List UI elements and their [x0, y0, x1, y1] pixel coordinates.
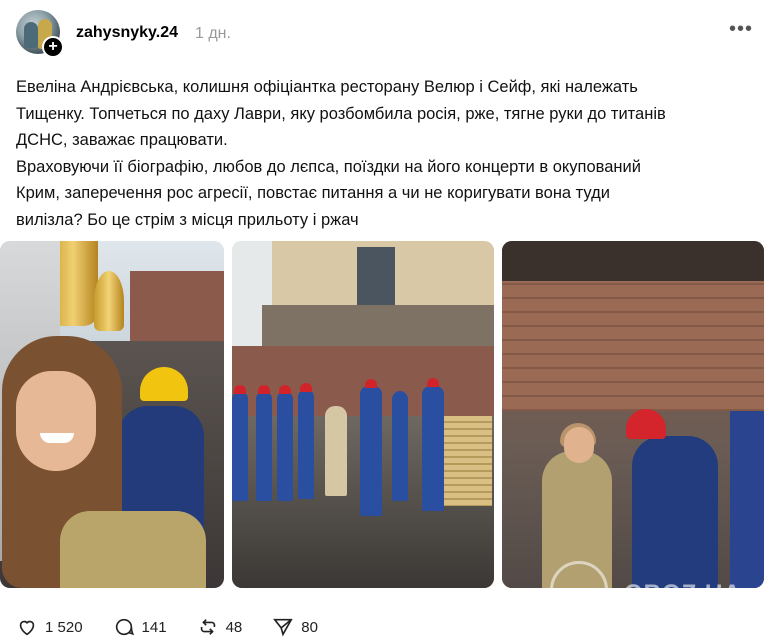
send-icon [273, 618, 293, 637]
red-helmet [279, 385, 291, 394]
red-helmet [365, 379, 377, 388]
woman-figure [325, 406, 347, 496]
rescuer-figure [730, 411, 764, 588]
woman-face [564, 427, 594, 463]
rescuer-figure [256, 391, 272, 501]
repost-button[interactable]: 48 [197, 616, 243, 638]
post-text-line: Враховуючи її біографію, любов до лєпса,… [16, 157, 641, 176]
post-text: Евеліна Андрієвська, колишня офіціантка … [16, 74, 756, 233]
rescuer-figure [632, 436, 718, 588]
post-text-line: Крим, заперечення рос агресії, повстає п… [16, 184, 610, 202]
brick-wall [502, 261, 764, 411]
avatar-figure [24, 22, 38, 48]
charred-top [502, 241, 764, 281]
post-photo-handshake[interactable]: OBOZ.UA [502, 241, 764, 588]
post-time: 1 дн. [195, 25, 231, 42]
comment-icon [115, 618, 134, 636]
more-options-icon[interactable]: ••• [729, 18, 753, 41]
comment-count: 141 [141, 618, 167, 636]
roof-line [262, 305, 494, 349]
post-photo-group[interactable] [232, 241, 494, 588]
red-helmet [300, 383, 312, 392]
woman-face [16, 371, 96, 471]
red-helmet [427, 378, 439, 387]
rescuer-figure [298, 389, 314, 499]
rescuer-figure [422, 386, 444, 511]
share-button[interactable]: 80 [272, 616, 318, 638]
post-text-line: ДСНС, заважає працювати. [16, 131, 228, 149]
woman-smile [40, 433, 74, 443]
like-count: 1 520 [45, 618, 83, 636]
post-text-line: Евеліна Андрієвська, колишня офіціантка … [16, 78, 638, 96]
post-text-line: Тищенку. Топчеться по даху Лаври, яку ро… [16, 104, 666, 123]
username[interactable]: zahysnyky.24 [76, 24, 178, 42]
follow-plus-icon[interactable]: + [42, 36, 64, 58]
church-window [357, 247, 395, 307]
comment-button[interactable]: 141 [113, 616, 167, 638]
share-count: 80 [301, 618, 318, 636]
woman-shirt [60, 511, 206, 588]
rescuer-figure [392, 391, 408, 501]
post-text-line: вилізла? Бо це стрім з місця прильоту і … [16, 210, 359, 229]
wooden-boards [444, 416, 492, 506]
repost-count: 48 [225, 618, 243, 636]
rescuer-figure [360, 386, 382, 516]
golden-dome [94, 271, 124, 331]
heart-icon [19, 620, 35, 636]
repost-icon [200, 619, 215, 635]
rescuer-figure [232, 391, 248, 501]
red-helmet [234, 385, 246, 394]
like-button[interactable]: 1 520 [16, 616, 83, 638]
watermark-text: OBOZ.UA [624, 580, 742, 588]
red-helmet [258, 385, 270, 394]
thread-post: + zahysnyky.24 1 дн. ••• Евеліна Андрієв… [0, 0, 770, 642]
rescuer-figure [277, 391, 293, 501]
action-bar: 1 520 141 48 80 [16, 616, 348, 638]
post-photo-selfie[interactable] [0, 241, 224, 588]
